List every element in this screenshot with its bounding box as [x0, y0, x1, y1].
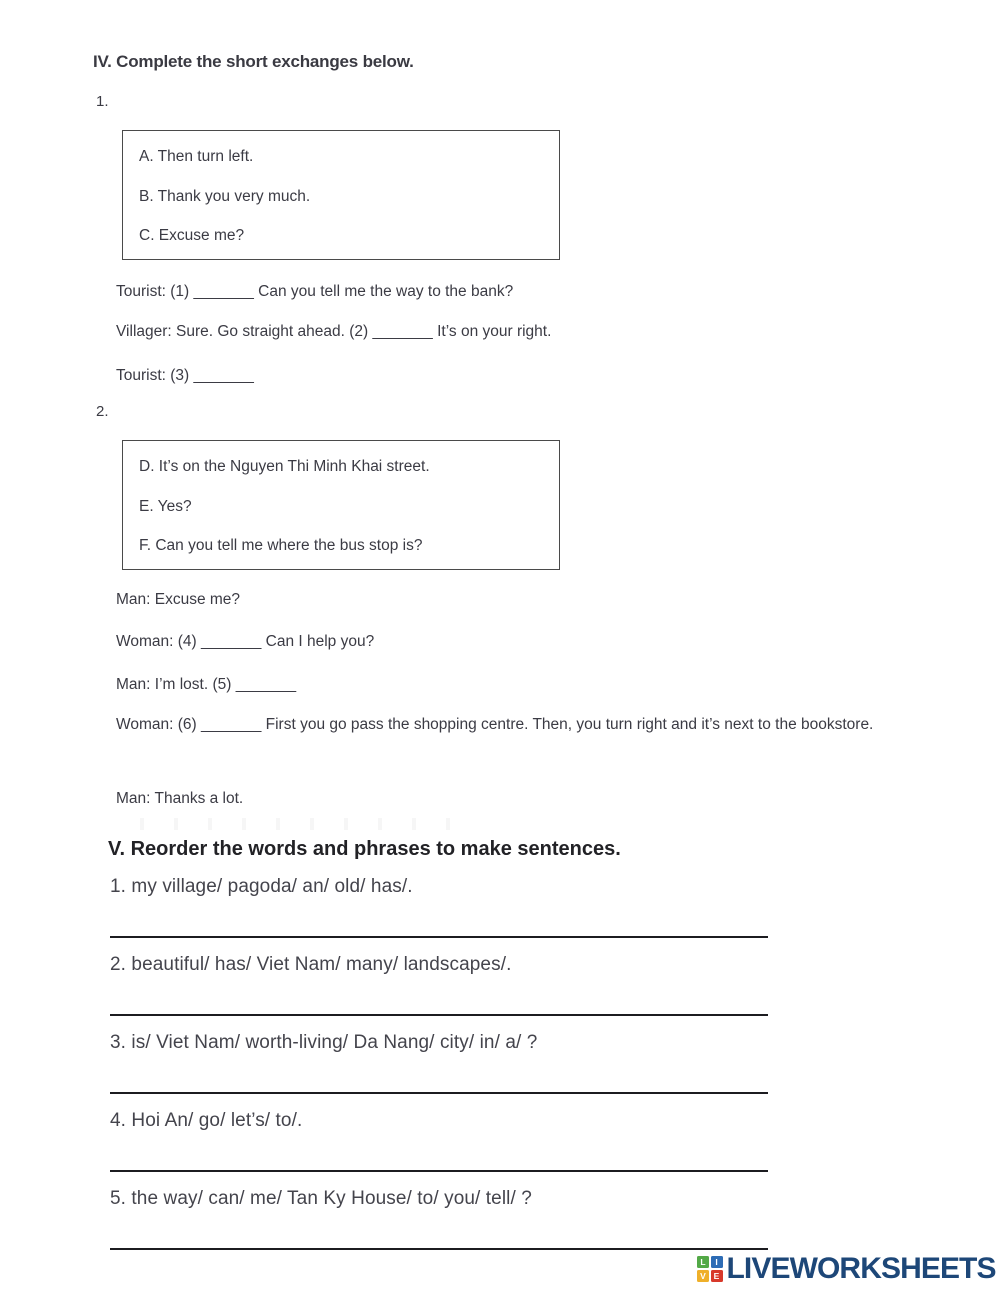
- logo-tile-l: L: [697, 1256, 709, 1269]
- answer-line-5[interactable]: [110, 1248, 768, 1250]
- section-iv-heading: IV. Complete the short exchanges below.: [93, 52, 414, 71]
- dialogue-line-villager-1[interactable]: Villager: Sure. Go straight ahead. (2) _…: [116, 322, 551, 342]
- choice-option-a: A. Then turn left.: [139, 148, 254, 165]
- clipped-text-remnant: [140, 818, 470, 830]
- dialogue-line-man-3: Man: Thanks a lot.: [116, 790, 244, 807]
- choice-option-e: E. Yes?: [139, 497, 192, 515]
- reorder-item-4: 4. Hoi An/ go/ let’s/ to/.: [110, 1110, 303, 1131]
- dialogue-line-woman-2[interactable]: Woman: (6) _______ First you go pass the…: [116, 713, 936, 737]
- dialogue-line-tourist-2[interactable]: Tourist: (3) _______: [116, 366, 254, 386]
- choice-option-f: F. Can you tell me where the bus stop is…: [139, 537, 423, 554]
- reorder-item-1: 1. my village/ pagoda/ an/ old/ has/.: [110, 876, 413, 897]
- answer-line-2[interactable]: [110, 1014, 768, 1016]
- answer-line-3[interactable]: [110, 1092, 768, 1094]
- reorder-item-3: 3. is/ Viet Nam/ worth-living/ Da Nang/ …: [110, 1032, 538, 1053]
- choice-option-c: C. Excuse me?: [139, 227, 245, 244]
- logo-wordmark: LIVEWORKSHEETS: [726, 1252, 997, 1285]
- answer-line-4[interactable]: [110, 1170, 768, 1172]
- dialogue-line-woman-1[interactable]: Woman: (4) _______ Can I help you?: [116, 632, 374, 652]
- exercise-number-2: 2.: [96, 403, 109, 420]
- reorder-item-5: 5. the way/ can/ me/ Tan Ky House/ to/ y…: [110, 1188, 532, 1209]
- logo-tile-e: E: [710, 1269, 723, 1282]
- logo-tile-i: I: [710, 1256, 723, 1269]
- choice-box-1: A. Then turn left. B. Thank you very muc…: [122, 130, 560, 260]
- liveworksheets-logo[interactable]: L I V E LIVEWORKSHEETS: [697, 1252, 996, 1286]
- reorder-item-2: 2. beautiful/ has/ Viet Nam/ many/ lands…: [110, 954, 512, 975]
- section-v-heading: V. Reorder the words and phrases to make…: [108, 838, 621, 860]
- answer-line-1[interactable]: [110, 936, 768, 938]
- exercise-number-1: 1.: [96, 93, 109, 110]
- choice-option-d: D. It’s on the Nguyen Thi Minh Khai stre…: [139, 458, 430, 475]
- choice-option-b: B. Thank you very much.: [139, 187, 311, 205]
- worksheet-page: IV. Complete the short exchanges below. …: [0, 0, 1000, 1291]
- dialogue-line-tourist-1[interactable]: Tourist: (1) _______ Can you tell me the…: [116, 282, 513, 302]
- logo-tile-v: V: [697, 1269, 709, 1282]
- logo-tiles-icon: L I V E: [697, 1256, 723, 1282]
- choice-box-2: D. It’s on the Nguyen Thi Minh Khai stre…: [122, 440, 560, 570]
- dialogue-line-man-2[interactable]: Man: I’m lost. (5) _______: [116, 675, 296, 695]
- dialogue-line-man-1: Man: Excuse me?: [116, 591, 241, 608]
